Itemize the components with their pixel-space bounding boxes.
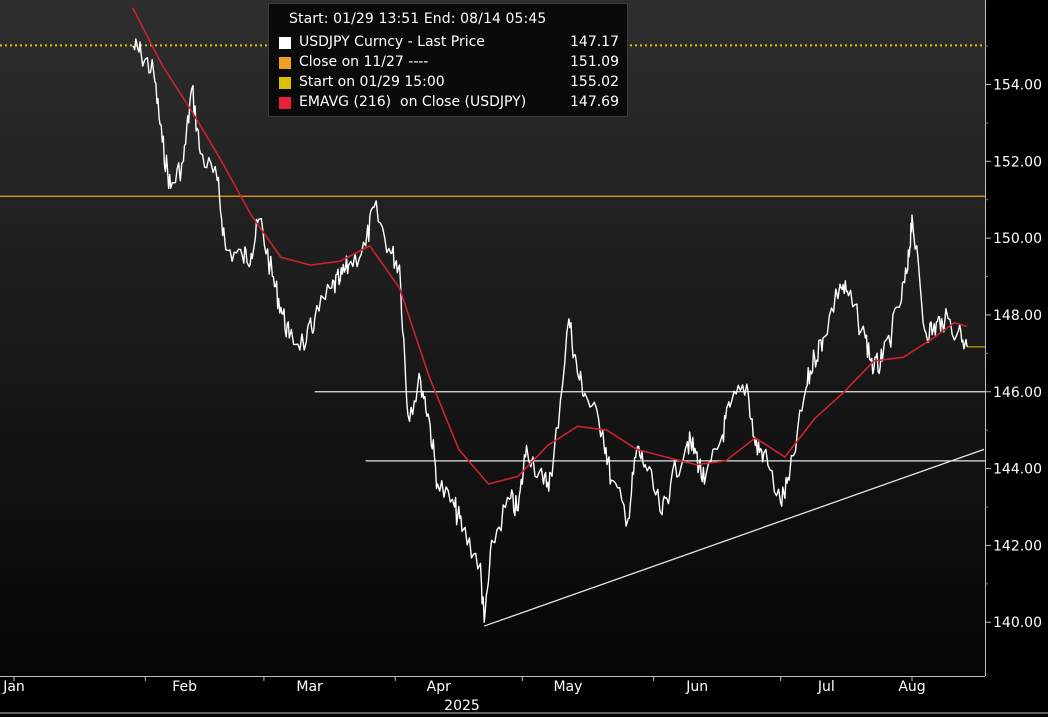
x-tick-label: Feb — [172, 679, 197, 695]
x-tick-label: Jun — [685, 679, 708, 695]
y-tick-label: 152.00 — [993, 154, 1042, 170]
legend-date-range: Start: 01/29 13:51 End: 08/14 05:45 — [289, 11, 547, 27]
legend-swatch-ema — [279, 97, 291, 109]
legend-item-close[interactable]: Close on 11/27 ---- 151.09 — [279, 54, 619, 74]
x-axis-year-label: 2025 — [444, 698, 480, 714]
x-tick-label: Aug — [898, 679, 925, 695]
x-tick-label: Apr — [427, 679, 451, 695]
x-tick-label: Jul — [817, 679, 835, 695]
legend-item-last-price[interactable]: USDJPY Curncy - Last Price 147.17 — [279, 34, 619, 54]
chart-window: 154.00 152.00 150.00 148.00 146.00 144.00 142.… — [0, 0, 1048, 717]
legend-item-start[interactable]: Start on 01/29 15:00 155.02 — [279, 74, 619, 94]
x-tick-label: Jan — [2, 679, 25, 695]
x-tick-label: May — [553, 679, 582, 695]
legend-swatch-start — [279, 77, 291, 89]
y-tick-label: 146.00 — [993, 385, 1042, 401]
x-tick-label: Mar — [296, 679, 323, 695]
legend-swatch-close — [279, 57, 291, 69]
legend-value-start: 155.02 — [570, 74, 619, 90]
legend-box: Start: 01/29 13:51 End: 08/14 05:45 USDJ… — [268, 3, 628, 117]
legend-value-ema: 147.69 — [570, 94, 619, 110]
y-tick-label: 150.00 — [993, 231, 1042, 247]
y-tick-label: 142.00 — [993, 538, 1042, 554]
y-tick-label: 154.00 — [993, 78, 1042, 94]
legend-label-start: Start on 01/29 15:00 — [299, 74, 445, 90]
y-tick-label: 140.00 — [993, 615, 1042, 631]
legend-label-close: Close on 11/27 ---- — [299, 54, 429, 70]
y-tick-label: 144.00 — [993, 462, 1042, 478]
legend-item-ema[interactable]: EMAVG (216) on Close (USDJPY) 147.69 — [279, 94, 619, 114]
legend-label-ema: EMAVG (216) on Close (USDJPY) — [299, 94, 527, 110]
legend-value-last-price: 147.17 — [570, 34, 619, 50]
legend-value-close: 151.09 — [570, 54, 619, 70]
y-tick-label: 148.00 — [993, 308, 1042, 324]
legend-label-last-price: USDJPY Curncy - Last Price — [299, 34, 485, 50]
legend-swatch-last-price — [279, 37, 291, 49]
